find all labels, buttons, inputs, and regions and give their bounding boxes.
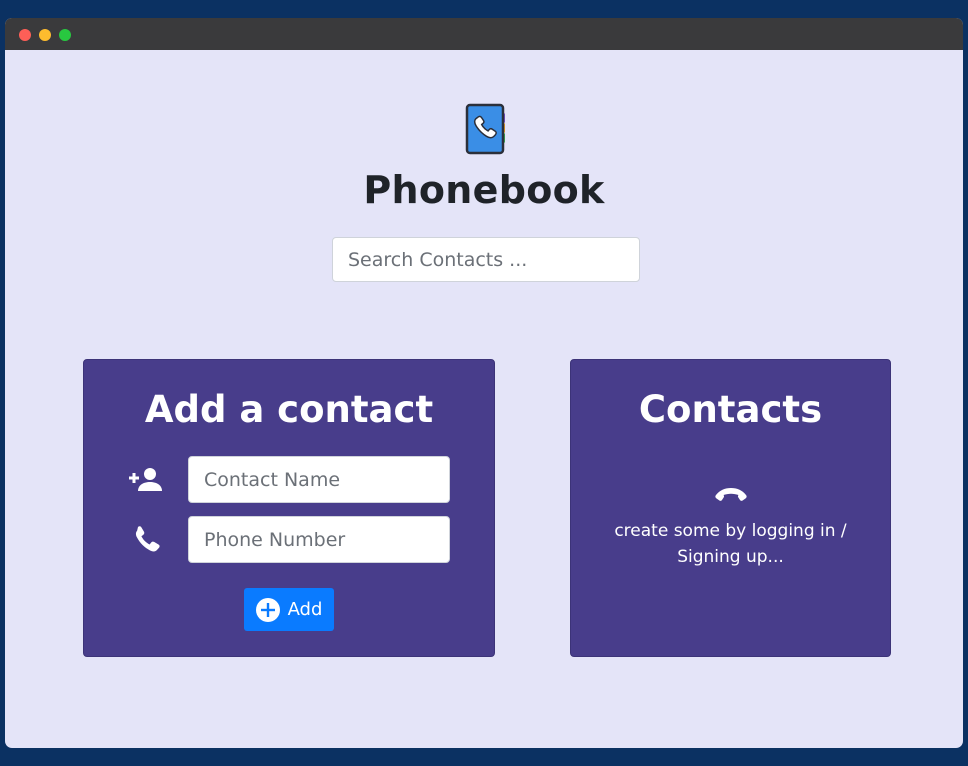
add-person-icon [129,468,162,491]
plus-circle-icon [255,597,280,622]
add-contact-card: Add a contact Add [83,359,495,657]
add-contact-button[interactable]: Add [244,588,334,631]
window-titlebar [5,18,963,50]
hang-up-phone-icon [715,488,747,501]
phone-number-input[interactable] [188,516,450,563]
contacts-title: Contacts [638,388,823,431]
contact-name-input[interactable] [188,456,450,503]
app-window: Phonebook Add a contact Add Contacts [5,18,963,748]
phone-icon [135,526,160,552]
zoom-window-button[interactable] [59,29,71,41]
minimize-window-button[interactable] [39,29,51,41]
contacts-card: Contacts create some by logging in / Sig… [570,359,891,657]
close-window-button[interactable] [19,29,31,41]
add-button-label: Add [287,599,323,620]
empty-contacts-message: create some by logging in / Signing up..… [614,521,847,567]
phonebook-icon [465,103,505,155]
page-title: Phonebook [363,168,605,212]
search-input[interactable] [332,237,640,282]
add-contact-title: Add a contact [144,388,434,431]
